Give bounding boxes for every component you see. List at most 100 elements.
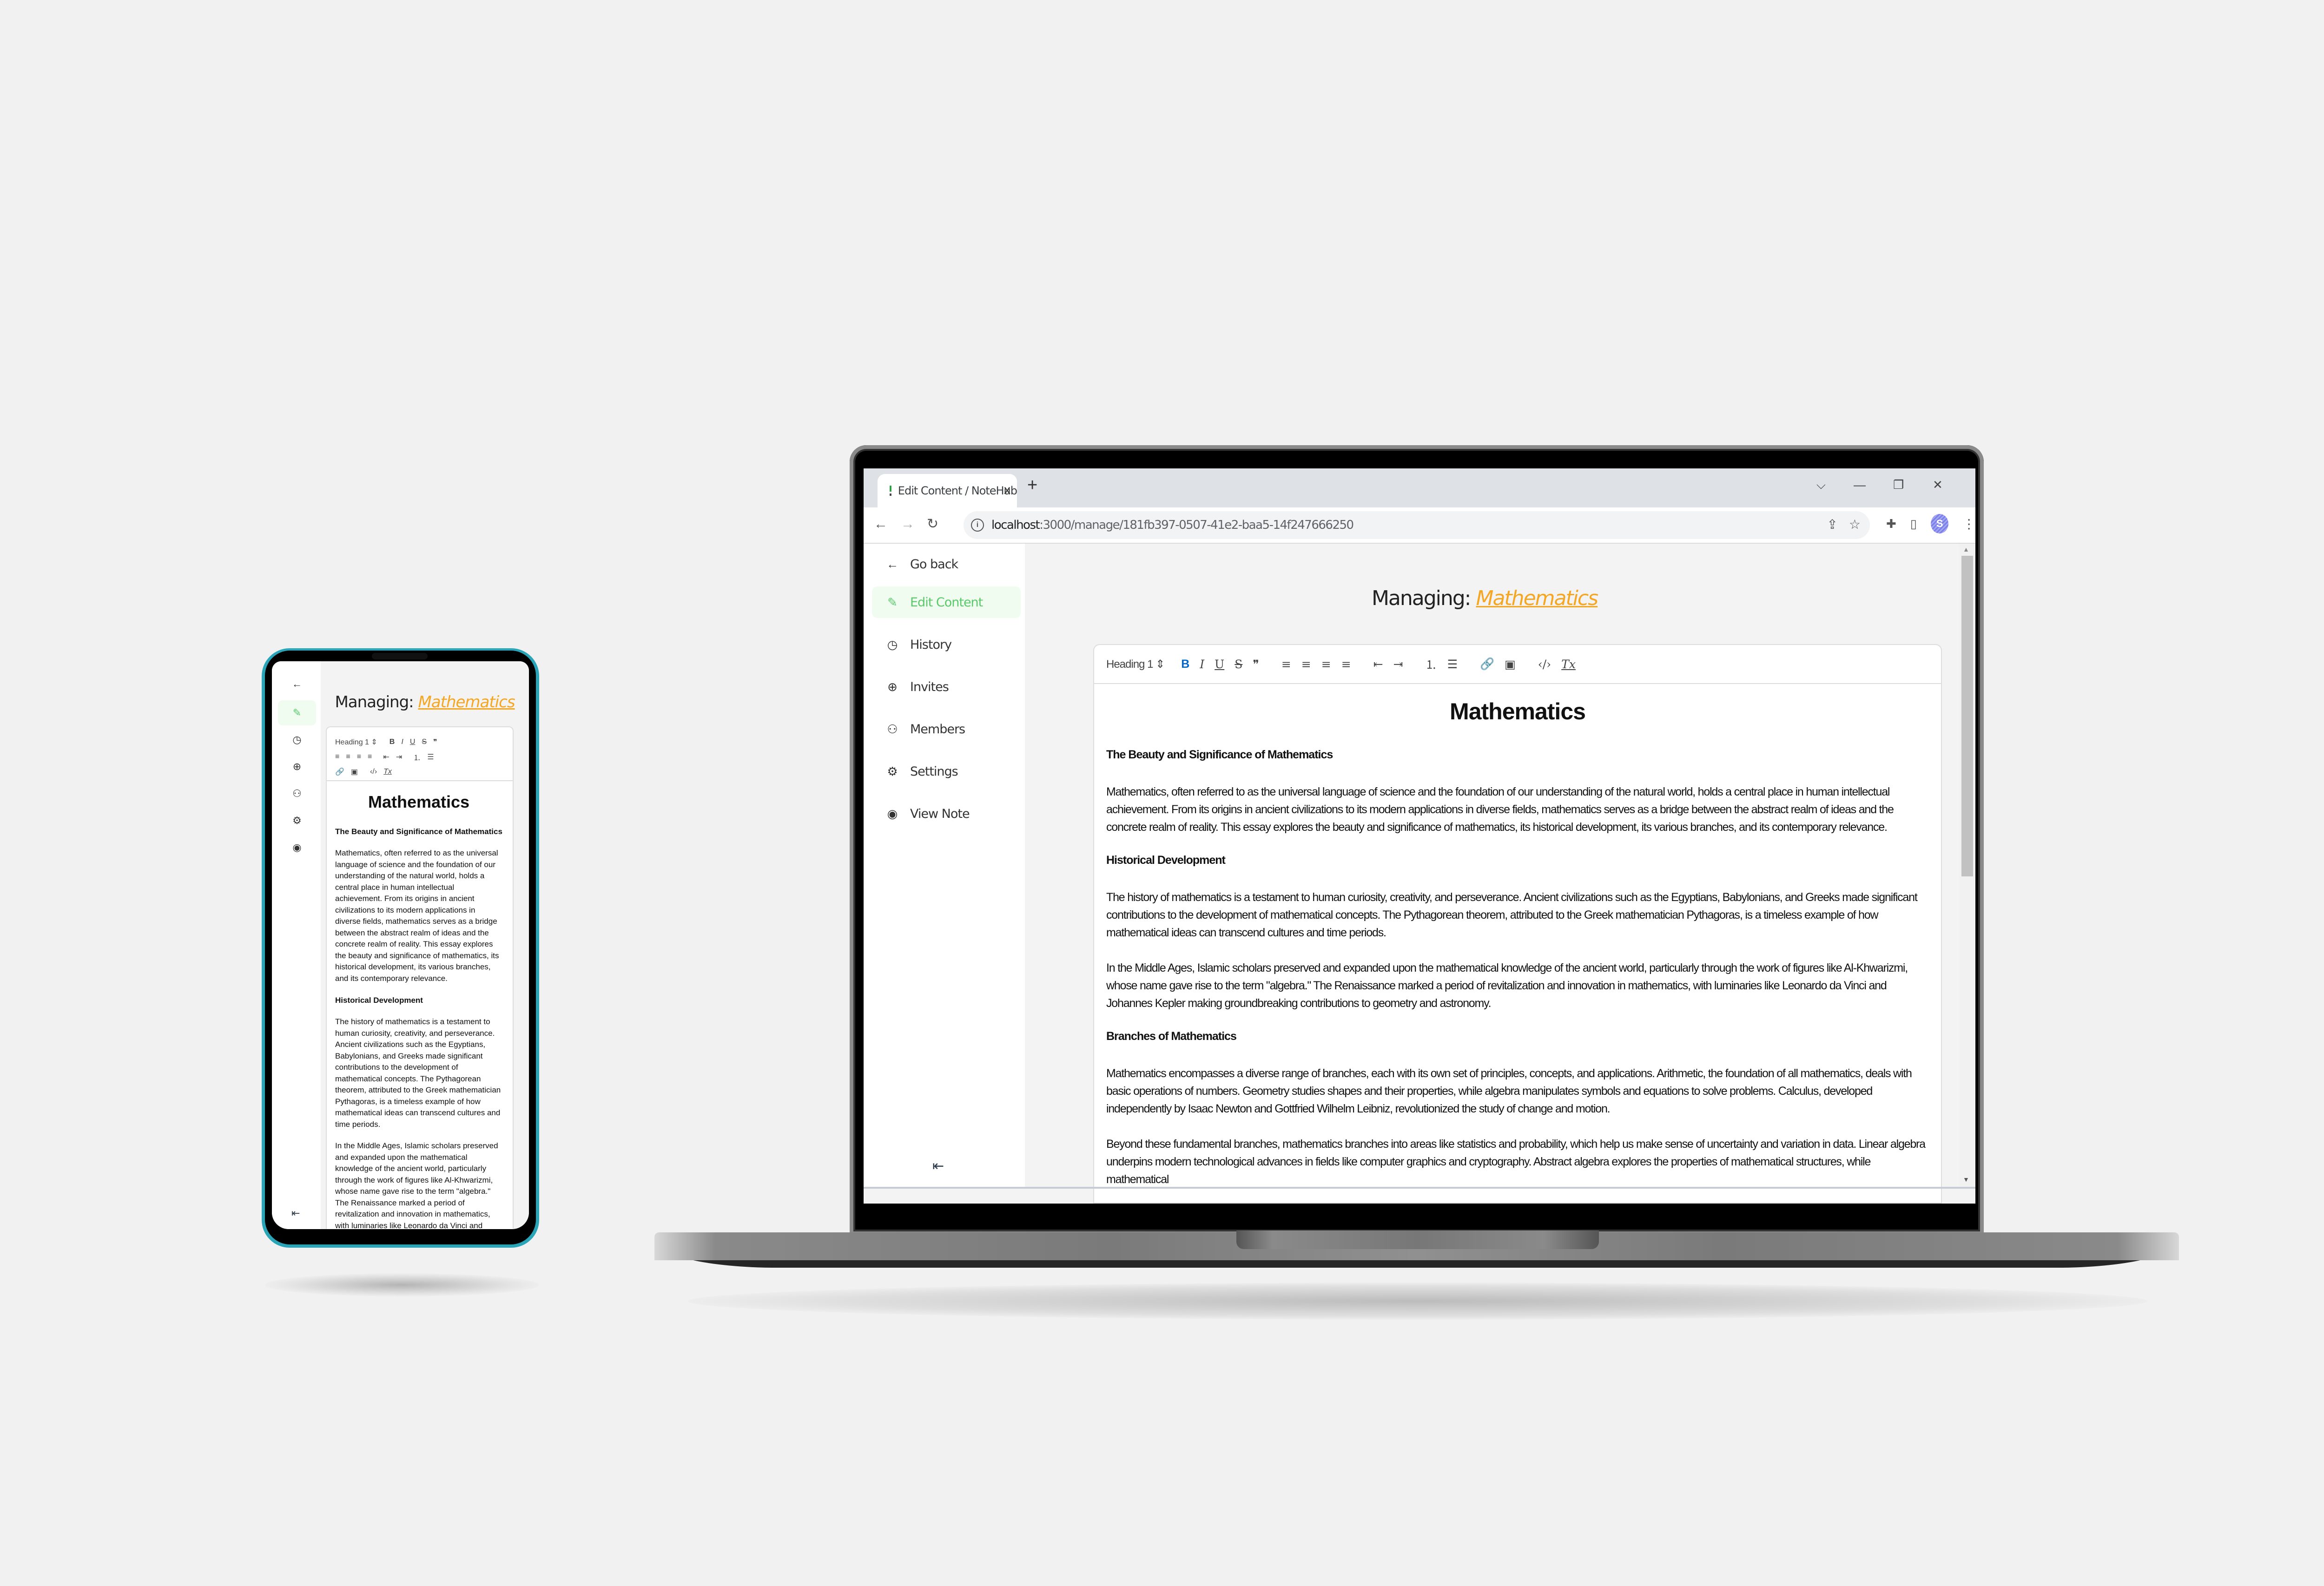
doc-paragraph: In the Middle Ages, Islamic scholars pre…: [335, 1141, 498, 1229]
mobile-main: Managing: Mathematics Heading 1 ⇕ B I U …: [321, 661, 529, 1229]
link-button[interactable]: 🔗: [335, 767, 344, 777]
expand-sidebar-icon[interactable]: ⇤: [291, 1207, 300, 1219]
doc-paragraph: The history of mathematics is a testamen…: [1106, 891, 1918, 939]
tab-search-icon[interactable]: ⌵: [1816, 478, 1826, 492]
history-icon: ◷: [887, 637, 898, 652]
browser-tab[interactable]: Edit Content / NoteHub x: [878, 474, 1017, 507]
align-left-button[interactable]: ≡: [335, 753, 339, 761]
clear-format-button[interactable]: Tx: [1561, 658, 1576, 671]
note-name-link[interactable]: Mathematics: [418, 693, 515, 711]
align-justify-button[interactable]: ≡: [1341, 658, 1351, 671]
doc-paragraph: The history of mathematics is a testamen…: [335, 1017, 501, 1129]
mobile-editor-content[interactable]: Mathematics The Beauty and Significance …: [335, 781, 502, 1229]
profile-avatar[interactable]: S: [1931, 514, 1949, 533]
mobile-nav-edit-content[interactable]: ✎: [278, 700, 316, 725]
clear-format-button[interactable]: Tx: [383, 768, 392, 776]
sidebar-item-go-back[interactable]: ← Go back: [872, 548, 1021, 580]
underline-button[interactable]: U: [410, 738, 416, 746]
code-button[interactable]: ‹/›: [370, 768, 377, 776]
heading-select[interactable]: Heading 1 ⇕: [335, 737, 377, 747]
sidebar: ← Go back ✎ Edit Content ◷ History ⊕ Inv…: [864, 544, 1025, 1187]
outdent-button[interactable]: ⇤: [1373, 658, 1383, 671]
doc-paragraph: Mathematics, often referred to as the un…: [1106, 785, 1894, 834]
blockquote-button[interactable]: ❞: [1253, 658, 1259, 671]
blockquote-button[interactable]: ❞: [433, 737, 437, 747]
eye-icon: ◉: [887, 806, 898, 821]
side-panel-icon[interactable]: ▯: [1910, 517, 1917, 531]
align-center-button[interactable]: ≡: [346, 753, 350, 761]
editor-content[interactable]: Mathematics The Beauty and Significance …: [1106, 684, 1929, 1203]
horizontal-scrollbar[interactable]: [864, 1187, 1975, 1189]
toolbar-right: ✚ ▯ S ⋮: [1886, 514, 1975, 533]
laptop-hinge-notch: [1236, 1231, 1599, 1249]
tab-close-icon[interactable]: x: [1004, 482, 1010, 497]
extensions-puzzle-icon[interactable]: ✚: [1886, 517, 1896, 531]
bold-button[interactable]: B: [390, 738, 395, 746]
ordered-list-button[interactable]: ⒈: [413, 751, 421, 763]
align-center-button[interactable]: ≡: [1301, 658, 1311, 671]
phone-speaker: [372, 653, 428, 659]
doc-heading: Historical Development: [1106, 854, 1226, 867]
indent-button[interactable]: ⇥: [1393, 658, 1403, 671]
scroll-up-arrow-icon[interactable]: ▲: [1963, 546, 1969, 553]
bullet-list-button[interactable]: ☰: [1447, 658, 1458, 671]
align-right-button[interactable]: ≡: [1321, 658, 1331, 671]
image-button[interactable]: ▣: [1505, 658, 1516, 671]
minimize-icon[interactable]: —: [1854, 478, 1866, 492]
browser-toolbar: ← → ↻ i localhost:3000/manage/181fb397-0…: [864, 507, 1975, 544]
align-justify-button[interactable]: ≡: [368, 753, 372, 761]
link-button[interactable]: 🔗: [1480, 657, 1494, 671]
ordered-list-button[interactable]: ⒈: [1426, 656, 1437, 672]
align-left-button[interactable]: ≡: [1281, 658, 1291, 671]
new-tab-button[interactable]: +: [1027, 476, 1037, 494]
phone-shadow: [265, 1273, 539, 1296]
sidebar-item-settings[interactable]: ⚙ Settings: [872, 756, 1021, 787]
vertical-scrollbar[interactable]: ▲ ▼: [1959, 544, 1975, 1187]
code-button[interactable]: ‹/›: [1538, 658, 1551, 671]
back-icon[interactable]: ←: [874, 516, 888, 533]
note-name-link[interactable]: Mathematics: [1476, 586, 1599, 610]
address-bar[interactable]: i localhost:3000/manage/181fb397-0507-41…: [964, 511, 1870, 539]
collapse-sidebar-icon[interactable]: ⇤: [932, 1158, 944, 1174]
strike-button[interactable]: S: [422, 738, 427, 746]
share-icon[interactable]: ⇪: [1827, 517, 1837, 532]
align-right-button[interactable]: ≡: [357, 753, 361, 761]
reload-icon[interactable]: ↻: [927, 516, 938, 533]
sidebar-item-edit-content[interactable]: ✎ Edit Content: [872, 586, 1021, 618]
image-button[interactable]: ▣: [351, 767, 358, 777]
mobile-nav-view-note[interactable]: ◉: [278, 835, 316, 860]
mobile-nav-invites[interactable]: ⊕: [278, 754, 316, 779]
italic-button[interactable]: I: [1200, 658, 1204, 671]
scrollbar-thumb[interactable]: [1961, 556, 1973, 876]
pencil-icon: ✎: [887, 595, 898, 609]
indent-button[interactable]: ⇥: [396, 752, 402, 762]
underline-button[interactable]: U: [1215, 658, 1224, 671]
url-text[interactable]: localhost:3000/manage/181fb397-0507-41e2…: [991, 518, 1354, 532]
mobile-nav-history[interactable]: ◷: [278, 727, 316, 752]
outdent-button[interactable]: ⇤: [383, 752, 389, 762]
doc-paragraph: Mathematics, often referred to as the un…: [335, 849, 499, 983]
bullet-list-button[interactable]: ☰: [427, 752, 434, 762]
sidebar-item-invites[interactable]: ⊕ Invites: [872, 671, 1021, 703]
bold-button[interactable]: B: [1181, 658, 1189, 671]
members-icon: ⚇: [292, 788, 302, 799]
mobile-nav-members[interactable]: ⚇: [278, 781, 316, 806]
italic-button[interactable]: I: [401, 738, 403, 746]
forward-icon[interactable]: →: [901, 516, 915, 533]
browser-menu-icon[interactable]: ⋮: [1962, 516, 1975, 532]
heading-select[interactable]: Heading 1 ⇕: [1106, 658, 1165, 671]
sidebar-item-view-note[interactable]: ◉ View Note: [872, 798, 1021, 829]
sidebar-item-history[interactable]: ◷ History: [872, 629, 1021, 660]
sidebar-item-members[interactable]: ⚇ Members: [872, 713, 1021, 745]
app: ← Go back ✎ Edit Content ◷ History ⊕ Inv…: [864, 544, 1975, 1204]
window-close-icon[interactable]: ✕: [1933, 478, 1943, 492]
mobile-nav-go-back[interactable]: ←: [278, 671, 316, 697]
site-info-icon[interactable]: i: [971, 519, 984, 532]
restore-icon[interactable]: ❐: [1893, 478, 1904, 492]
mobile-nav-settings[interactable]: ⚙: [278, 808, 316, 833]
bookmark-star-icon[interactable]: ☆: [1849, 517, 1861, 532]
scroll-down-arrow-icon[interactable]: ▼: [1963, 1176, 1969, 1183]
notehub-favicon-icon: [890, 486, 891, 496]
strike-button[interactable]: S: [1235, 658, 1242, 671]
laptop-shadow: [688, 1283, 2147, 1320]
